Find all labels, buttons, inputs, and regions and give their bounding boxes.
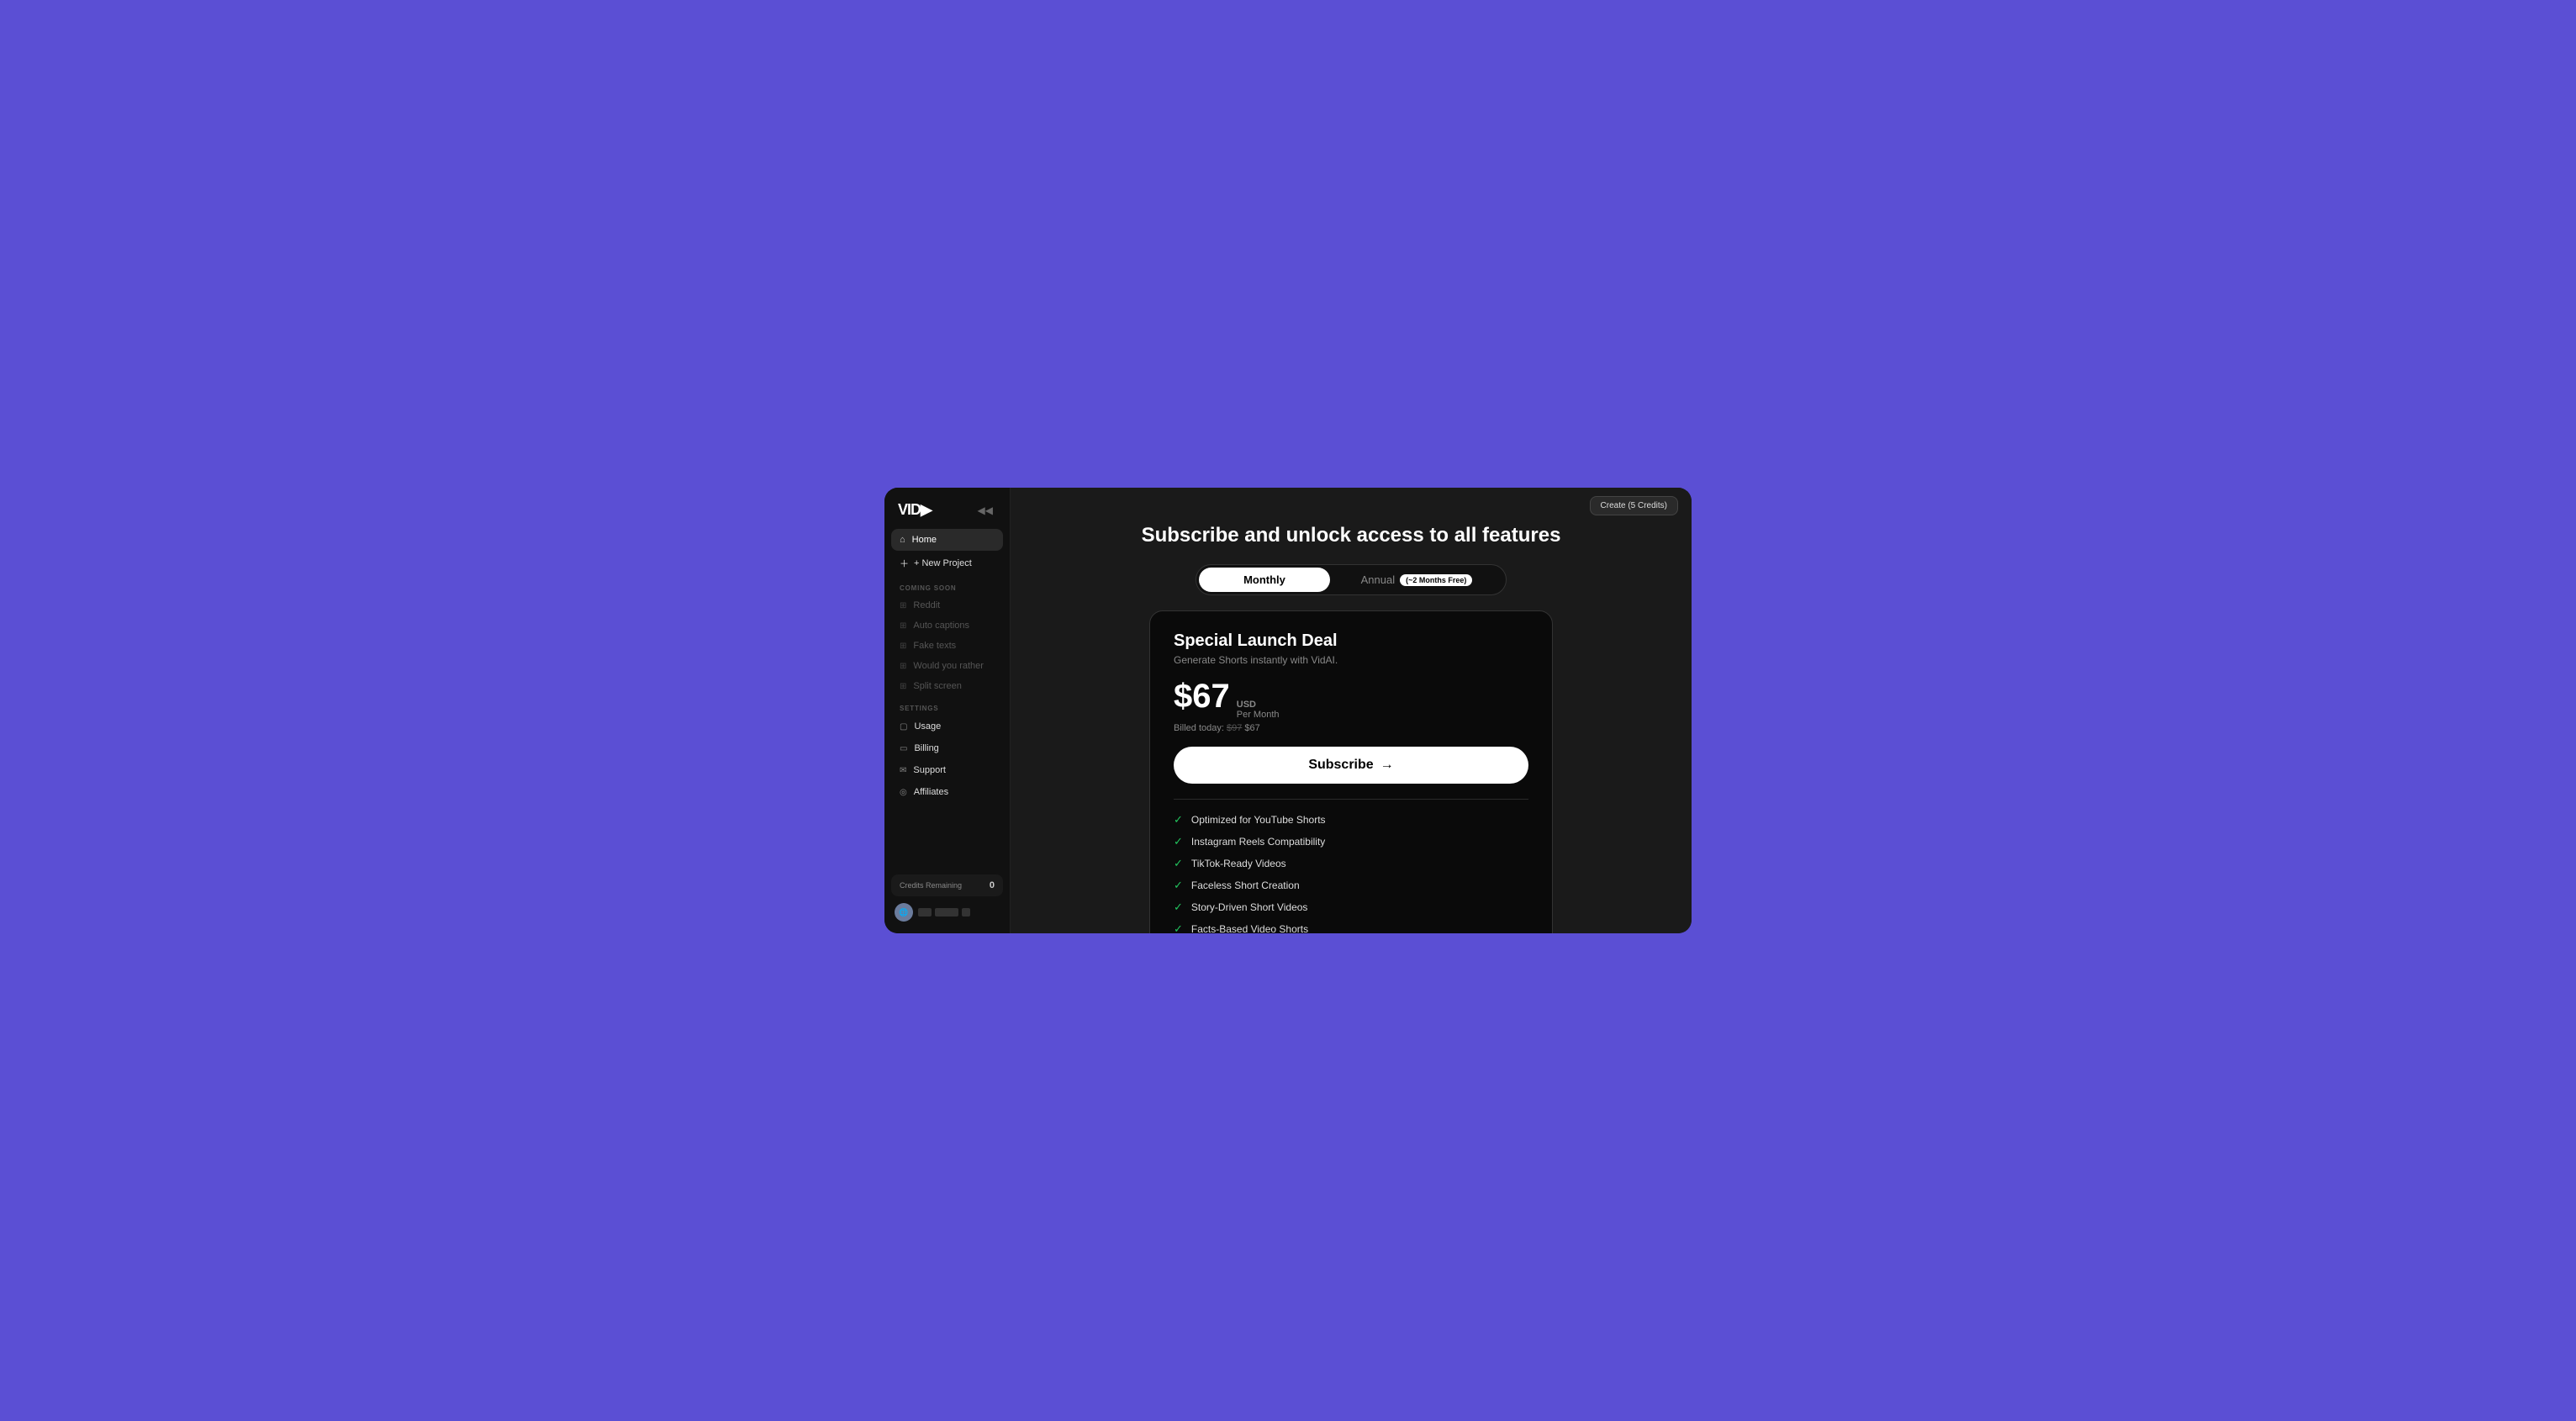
fake-texts-icon: ⊞ [900,642,906,651]
feature-label-2: TikTok-Ready Videos [1191,858,1286,869]
split-screen-label: Split screen [913,681,961,691]
billed-today: Billed today: $97 $67 [1174,723,1528,733]
reddit-icon: ⊞ [900,601,906,610]
price-period: Per Month [1237,710,1280,720]
avatar: 🌐 [895,903,913,922]
subscription-page: Subscribe and unlock access to all featu… [1011,524,1692,933]
user-detail-block [935,908,958,917]
annual-label: Annual [1361,573,1395,586]
sidebar: VID▶ ◀◀ ⌂ Home ＋ + New Project COMING SO… [884,488,1011,933]
annual-free-badge: (~2 Months Free) [1400,574,1472,586]
check-icon-3: ✓ [1174,879,1183,892]
feature-item-4: ✓ Story-Driven Short Videos [1174,901,1528,914]
new-project-label: + New Project [914,558,972,568]
usage-icon: ▢ [900,722,907,732]
would-you-rather-label: Would you rather [913,661,984,671]
plan-card: Special Launch Deal Generate Shorts inst… [1149,610,1553,933]
sidebar-item-split-screen: ⊞ Split screen [891,676,1003,696]
sidebar-item-affiliates[interactable]: ◎ Affiliates [891,781,1003,803]
split-screen-icon: ⊞ [900,682,906,691]
user-info-placeholder [918,908,970,917]
subscribe-arrow: → [1380,758,1394,773]
monthly-toggle-button[interactable]: Monthly [1199,568,1330,592]
affiliates-icon: ◎ [900,788,907,797]
sidebar-item-usage[interactable]: ▢ Usage [891,716,1003,737]
sidebar-item-home[interactable]: ⌂ Home [891,529,1003,551]
feature-label-3: Faceless Short Creation [1191,880,1300,891]
coming-soon-label: COMING SOON [891,576,1003,595]
feature-label-5: Facts-Based Video Shorts [1191,923,1308,933]
billing-label: Billing [914,743,938,753]
check-icon-5: ✓ [1174,922,1183,933]
settings-section-label: SETTINGS [891,696,1003,716]
sidebar-item-billing[interactable]: ▭ Billing [891,737,1003,759]
new-project-button[interactable]: ＋ + New Project [891,551,1003,576]
auto-captions-icon: ⊞ [900,621,906,631]
annual-toggle-button[interactable]: Annual (~2 Months Free) [1330,568,1503,592]
price-amount: $67 [1174,678,1230,716]
subscribe-button[interactable]: Subscribe → [1174,747,1528,784]
billed-prefix: Billed today: [1174,723,1224,733]
plan-deal-subtitle: Generate Shorts instantly with VidAI. [1174,654,1528,666]
features-list: ✓ Optimized for YouTube Shorts ✓ Instagr… [1174,813,1528,933]
auto-captions-label: Auto captions [913,621,969,631]
price-meta: USD Per Month [1237,700,1280,720]
subscribe-label: Subscribe [1308,758,1373,773]
check-icon-0: ✓ [1174,813,1183,827]
feature-item-0: ✓ Optimized for YouTube Shorts [1174,813,1528,827]
price-row: $67 USD Per Month [1174,678,1528,720]
would-you-rather-icon: ⊞ [900,662,906,671]
user-profile-row: 🌐 [891,896,1003,923]
check-icon-4: ✓ [1174,901,1183,914]
feature-item-2: ✓ TikTok-Ready Videos [1174,857,1528,870]
support-icon: ✉ [900,766,906,775]
sidebar-home-label: Home [912,535,937,545]
top-bar: Create (5 Credits) [1011,488,1692,524]
feature-label-4: Story-Driven Short Videos [1191,901,1308,913]
user-extra-block [962,908,970,917]
billed-final-price: $67 [1244,723,1259,733]
card-divider [1174,799,1528,800]
support-label: Support [913,765,946,775]
feature-label-0: Optimized for YouTube Shorts [1191,814,1326,826]
reddit-label: Reddit [913,600,940,610]
affiliates-label: Affiliates [914,787,948,797]
billing-toggle: Monthly Annual (~2 Months Free) [1196,564,1507,595]
credits-remaining-bar: Credits Remaining 0 [891,874,1003,896]
app-window: VID▶ ◀◀ ⌂ Home ＋ + New Project COMING SO… [884,488,1692,933]
feature-item-5: ✓ Facts-Based Video Shorts [1174,922,1528,933]
feature-item-3: ✓ Faceless Short Creation [1174,879,1528,892]
fake-texts-label: Fake texts [913,641,956,651]
check-icon-1: ✓ [1174,835,1183,848]
sidebar-item-reddit: ⊞ Reddit [891,595,1003,615]
app-logo: VID▶ [898,501,932,519]
sidebar-item-would-you-rather: ⊞ Would you rather [891,656,1003,676]
sidebar-item-auto-captions: ⊞ Auto captions [891,615,1003,636]
feature-label-1: Instagram Reels Compatibility [1191,836,1325,848]
sidebar-item-support[interactable]: ✉ Support [891,759,1003,781]
sidebar-item-fake-texts: ⊞ Fake texts [891,636,1003,656]
credits-remaining-label: Credits Remaining [900,881,962,890]
main-content-area: Create (5 Credits) Subscribe and unlock … [1011,488,1692,933]
billing-icon: ▭ [900,744,907,753]
user-name-block [918,908,932,917]
billed-original: $97 [1227,723,1242,733]
check-icon-2: ✓ [1174,857,1183,870]
home-icon: ⌂ [900,535,905,545]
credits-remaining-count: 0 [990,880,995,890]
feature-item-1: ✓ Instagram Reels Compatibility [1174,835,1528,848]
create-credits-button[interactable]: Create (5 Credits) [1590,496,1678,515]
sidebar-logo: VID▶ ◀◀ [891,498,1003,529]
page-title: Subscribe and unlock access to all featu… [1142,524,1561,547]
collapse-button[interactable]: ◀◀ [974,503,996,518]
plan-deal-title: Special Launch Deal [1174,631,1528,651]
plus-icon: ＋ [900,557,909,570]
usage-label: Usage [914,721,941,732]
price-currency: USD [1237,700,1280,710]
